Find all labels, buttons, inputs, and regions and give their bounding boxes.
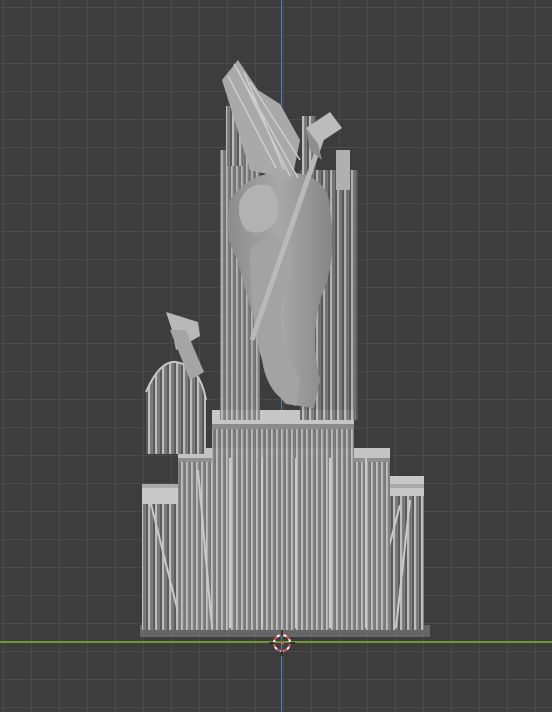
- support-tier-upper: [212, 410, 354, 628]
- model-render[interactable]: [0, 0, 552, 712]
- support-tower-left: [145, 312, 207, 454]
- 3d-cursor-icon[interactable]: [269, 630, 295, 656]
- 3d-viewport[interactable]: [0, 0, 552, 712]
